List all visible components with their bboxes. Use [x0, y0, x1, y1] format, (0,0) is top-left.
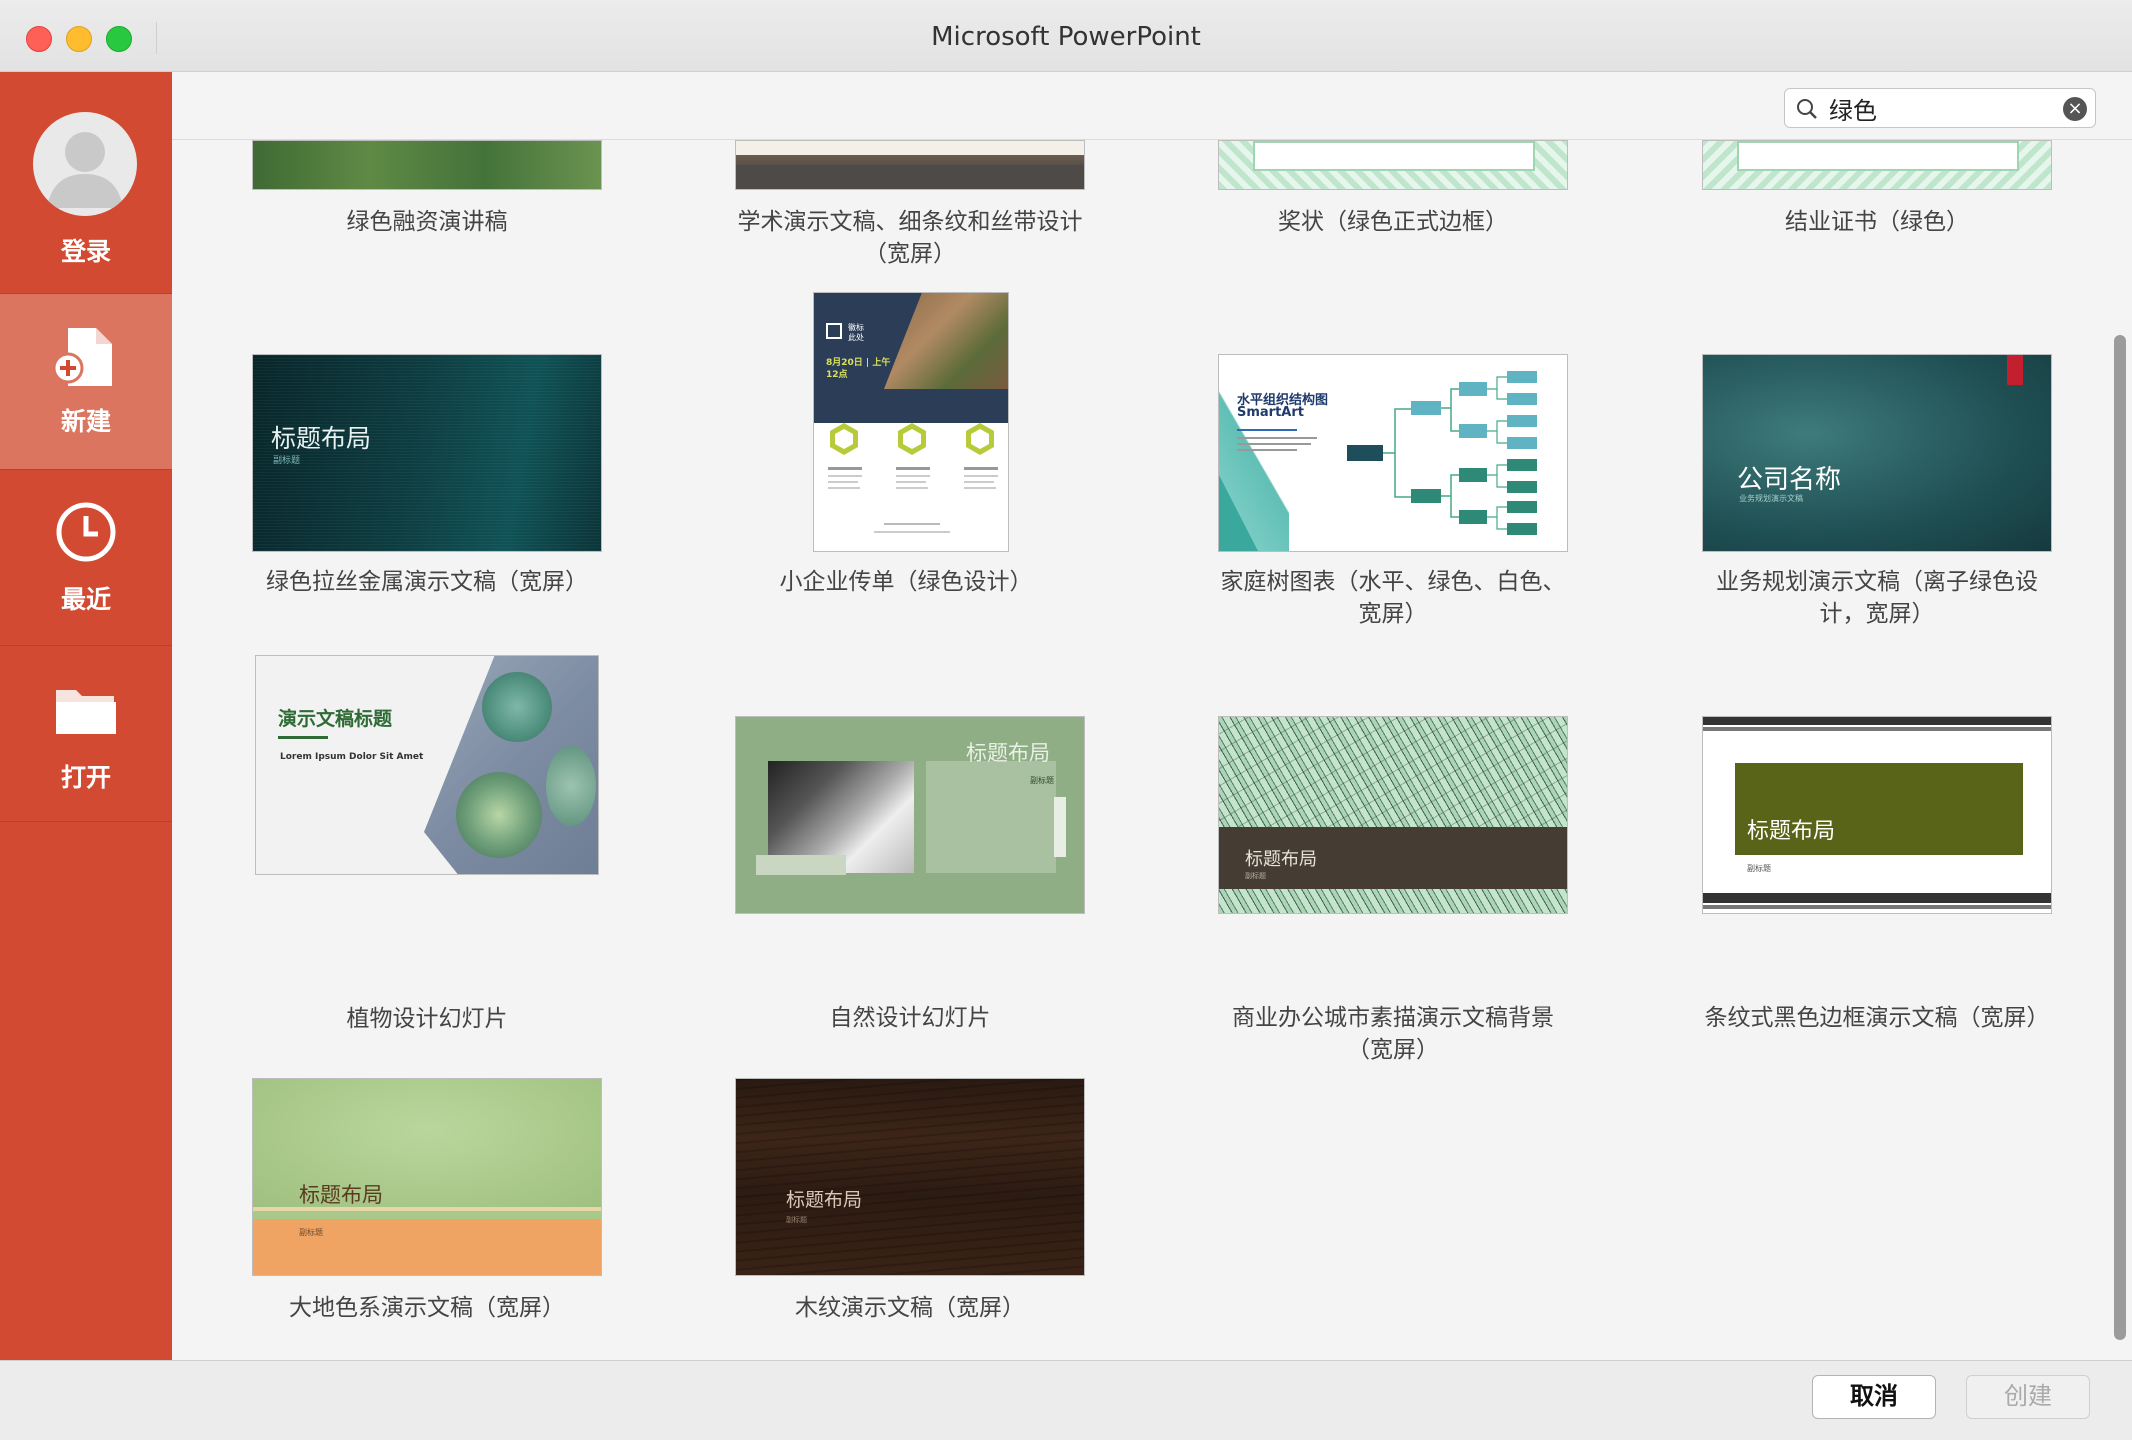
- sidebar-item-signin[interactable]: 登录: [0, 72, 172, 294]
- thumbnail-title: 公司名称: [1737, 465, 1842, 495]
- thumbnail-title: 标题布局: [1245, 849, 1317, 870]
- template-label: 木纹演示文稿（宽屏）: [795, 1295, 1025, 1321]
- create-button[interactable]: 创建: [1966, 1375, 2090, 1419]
- template-label: 自然设计幻灯片: [829, 1005, 991, 1031]
- template-thumbnail: 标题布局 副标题: [252, 1078, 602, 1276]
- sidebar-item-label: 新建: [60, 407, 111, 436]
- template-label: 绿色融资演讲稿: [346, 209, 508, 235]
- thumbnail-title: 演示文稿标题: [278, 708, 393, 730]
- template-gallery: 绿色融资演讲稿 学术演示文稿、细条纹和丝带设计（宽屏） 奖状（绿色正式边框） 结…: [172, 72, 2132, 1360]
- window-title: Microsoft PowerPoint: [931, 22, 1201, 52]
- template-label: 奖状（绿色正式边框）: [1278, 209, 1508, 235]
- new-document-icon: [52, 324, 118, 398]
- sidebar-item-label: 登录: [60, 237, 111, 266]
- thumbnail-subtitle: 副标题: [273, 456, 301, 466]
- thumbnail-subtitle: Lorem Ipsum Dolor Sit Amet: [280, 752, 424, 762]
- org-chart-graphic: [1237, 371, 1537, 535]
- template-thumbnail: [735, 140, 1085, 190]
- template-label: 大地色系演示文稿（宽屏）: [289, 1295, 565, 1321]
- template-thumbnail: 公司名称 业务规划演示文稿: [1702, 354, 2052, 552]
- clear-search-icon[interactable]: ×: [2063, 97, 2087, 121]
- dialog-footer: 取消 创建: [0, 1360, 2132, 1440]
- folder-icon: [52, 680, 120, 742]
- thumbnail-date: 8月20日 | 上午12点: [826, 358, 891, 380]
- template-thumbnail: 标题布局 副标题: [735, 716, 1085, 914]
- sidebar: 登录 新建 最近 打开: [0, 72, 172, 1360]
- sidebar-item-recent[interactable]: 最近: [0, 470, 172, 646]
- thumbnail-subtitle: 副标题: [1747, 864, 1771, 873]
- template-thumbnail: 演示文稿标题 Lorem Ipsum Dolor Sit Amet: [255, 655, 599, 875]
- template-label: 绿色拉丝金属演示文稿（宽屏）: [266, 569, 588, 595]
- sidebar-item-open[interactable]: 打开: [0, 646, 172, 822]
- thumbnail-subtitle: 副标题: [1030, 776, 1054, 785]
- sidebar-item-new[interactable]: 新建: [0, 294, 172, 470]
- thumbnail-subtitle: 副标题: [786, 1216, 807, 1224]
- template-label: 家庭树图表（水平、绿色、白色、宽屏）: [1220, 569, 1566, 627]
- template-label: 结业证书（绿色）: [1785, 209, 1969, 235]
- sidebar-item-label: 最近: [60, 585, 111, 614]
- template-thumbnail: 徽标 此处 8月20日 | 上午12点 事件标题: [813, 292, 1009, 552]
- search-bar-area: ×: [172, 72, 2132, 140]
- thumbnail-title: 标题布局: [786, 1189, 863, 1211]
- search-input[interactable]: [1829, 93, 2049, 123]
- template-thumbnail: 标题布局 副标题: [735, 1078, 1085, 1276]
- template-label: 条纹式黑色边框演示文稿（宽屏）: [1704, 1005, 2050, 1031]
- template-label: 植物设计幻灯片: [346, 1006, 508, 1032]
- thumbnail-subtitle: 业务规划演示文稿: [1739, 494, 1803, 503]
- template-thumbnail: 标题布局 副标题: [1218, 716, 1568, 914]
- hexagon-graphics: [828, 423, 998, 533]
- template-thumbnail: 标题布局 副标题: [1702, 716, 2052, 914]
- scrollbar-thumb[interactable]: [2114, 335, 2126, 1340]
- thumbnail-title: 标题布局: [299, 1183, 383, 1207]
- thumbnail-title: 标题布局: [966, 741, 1050, 765]
- thumbnail-logo-text: 徽标 此处: [848, 323, 864, 342]
- thumbnail-subtitle: 副标题: [1245, 872, 1266, 880]
- template-thumbnail: 标题布局 副标题: [252, 354, 602, 552]
- thumbnail-subtitle: 副标题: [299, 1228, 323, 1237]
- title-bar: Microsoft PowerPoint: [0, 0, 2132, 72]
- thumbnail-title: 标题布局: [1747, 819, 1836, 844]
- thumbnail-title: 标题布局: [271, 424, 372, 453]
- template-label: 商业办公城市素描演示文稿背景（宽屏）: [1232, 1005, 1554, 1063]
- template-thumbnail: [1702, 140, 2052, 190]
- template-label: 业务规划演示文稿（离子绿色设计，宽屏）: [1716, 569, 2038, 627]
- template-thumbnail: 水平组织结构图 SmartArt: [1218, 354, 1568, 552]
- thumbnail-title: 事件标题: [900, 401, 953, 416]
- user-avatar-icon: [33, 112, 137, 216]
- sidebar-item-label: 打开: [60, 763, 111, 792]
- template-label: 学术演示文稿、细条纹和丝带设计（宽屏）: [737, 209, 1083, 267]
- search-icon: [1795, 97, 1819, 125]
- template-label: 小企业传单（绿色设计）: [779, 569, 1033, 595]
- search-field[interactable]: ×: [1784, 88, 2096, 128]
- clock-icon: [54, 500, 118, 568]
- cancel-button[interactable]: 取消: [1812, 1375, 1936, 1419]
- template-thumbnail: [252, 140, 602, 190]
- template-thumbnail: [1218, 140, 1568, 190]
